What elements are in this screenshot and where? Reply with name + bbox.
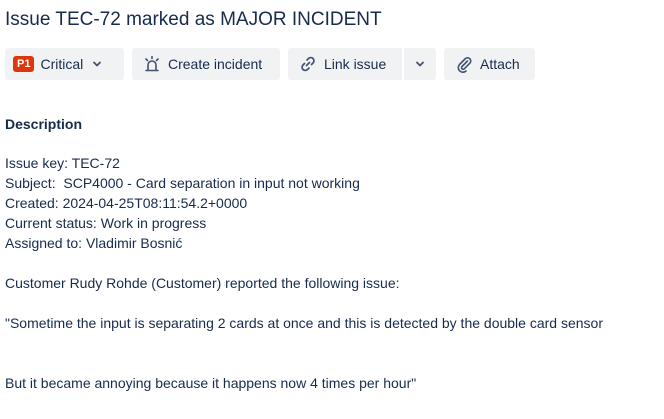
create-incident-label: Create incident <box>168 56 263 72</box>
siren-icon <box>142 54 162 74</box>
link-icon <box>298 54 318 74</box>
create-incident-button[interactable]: Create incident <box>132 48 280 80</box>
status-line: Current status: Work in progress <box>5 215 207 231</box>
paperclip-icon <box>454 54 474 74</box>
issue-key-line: Issue key: TEC-72 <box>5 155 120 171</box>
subject-line: Subject: SCP4000 - Card separation in in… <box>5 175 360 191</box>
attach-button[interactable]: Attach <box>444 48 535 80</box>
created-line: Created: 2024-04-25T08:11:54.2+0000 <box>5 195 248 211</box>
quote-line: But it became annoying because it happen… <box>5 375 417 391</box>
action-toolbar: P1 Critical Create incident Link issue A… <box>5 48 535 80</box>
priority-label: Critical <box>40 56 84 72</box>
chevron-down-icon <box>414 58 426 70</box>
page-title: Issue TEC-72 marked as MAJOR INCIDENT <box>5 9 382 30</box>
priority-button[interactable]: P1 Critical <box>5 48 124 80</box>
quote-line: "Sometime the input is separating 2 card… <box>5 315 603 331</box>
assigned-line: Assigned to: Vladimir Bosnić <box>5 235 183 251</box>
chevron-down-icon <box>91 58 103 70</box>
link-issue-button[interactable]: Link issue <box>288 48 402 80</box>
link-issue-dropdown-button[interactable] <box>404 48 436 80</box>
description-body: Issue key: TEC-72 Subject: SCP4000 - Car… <box>5 153 660 393</box>
reporter-line: Customer Rudy Rohde (Customer) reported … <box>5 275 400 291</box>
link-issue-label: Link issue <box>324 56 387 72</box>
priority-badge: P1 <box>13 56 35 72</box>
attach-label: Attach <box>480 56 520 72</box>
description-heading: Description <box>5 116 83 132</box>
